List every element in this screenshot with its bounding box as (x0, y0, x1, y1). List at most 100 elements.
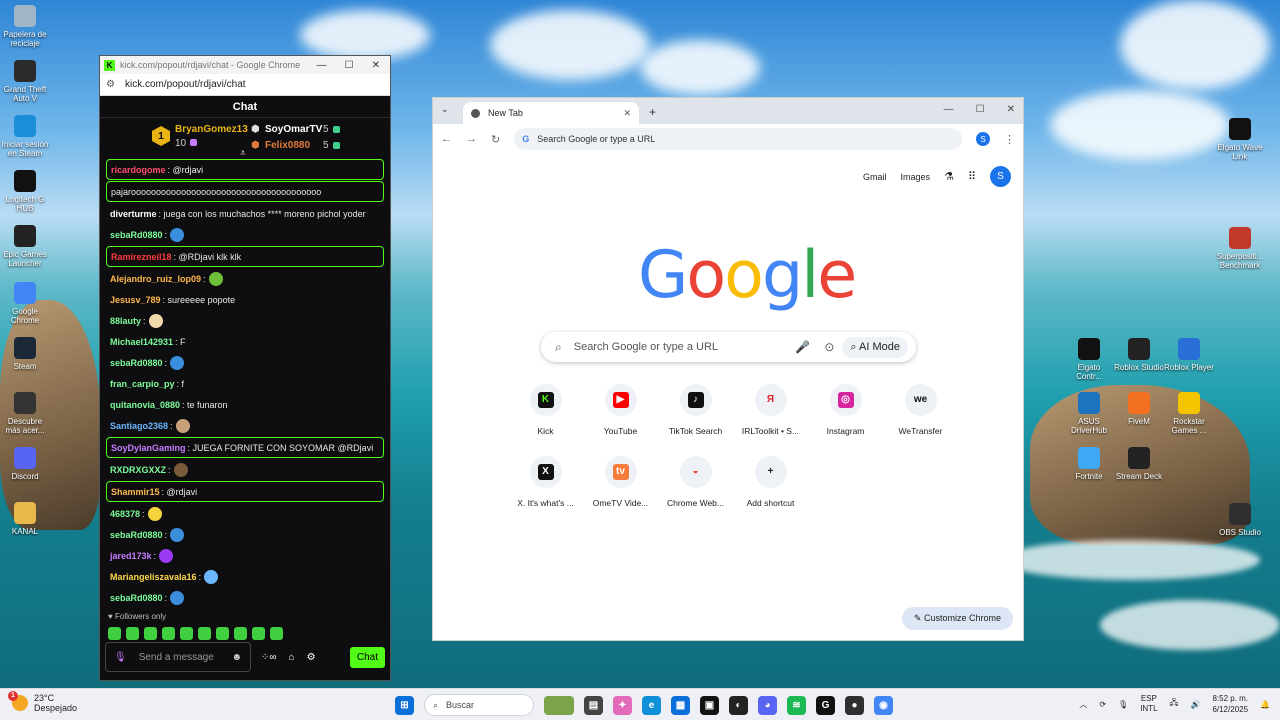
notifications-bell-icon[interactable]: 🔔 (1260, 700, 1270, 709)
chat-username[interactable]: SoyDylanGaming (111, 442, 186, 454)
lens-search-icon[interactable]: ⊙ (824, 340, 834, 354)
language-indicator[interactable]: ESP INTL (1140, 694, 1157, 714)
volume-icon[interactable]: 🔊 (1190, 700, 1200, 709)
customize-chrome-button[interactable]: ✎ Customize Chrome (901, 607, 1013, 630)
ntp-search-box[interactable]: ⌕ Search Google or type a URL 🎤 ⊙ ⌕ AI M… (541, 332, 916, 362)
collapse-leaderboard-icon[interactable]: ⩡ (240, 148, 246, 159)
chat-username[interactable]: sebaRd0880 (110, 229, 163, 241)
quick-emote-icon[interactable] (108, 627, 121, 640)
chrome-menu-icon[interactable]: ⋮ (1004, 133, 1015, 146)
desktop-shortcut[interactable]: ASUS DriverHub (1064, 392, 1114, 435)
logitech-g-icon[interactable]: G (816, 695, 835, 715)
quick-emote-icon[interactable] (252, 627, 265, 640)
infinity-icon[interactable]: ⁘∞ (261, 652, 277, 663)
shortcut-tile[interactable]: ▶ YouTube (583, 384, 658, 436)
shortcut-tile[interactable]: Я IRLToolkit • S... (733, 384, 808, 436)
maximize-icon[interactable]: ☐ (976, 104, 985, 115)
obs-icon[interactable]: ● (845, 695, 864, 715)
desktop-shortcut[interactable]: Epic Games Launcher (0, 225, 50, 268)
chat-message[interactable]: sebaRd0880: (106, 524, 384, 545)
desktop-shortcut[interactable]: Roblox Studio (1114, 338, 1164, 372)
minimize-icon[interactable]: — (944, 104, 954, 115)
maximize-icon[interactable]: ☐ (345, 60, 354, 71)
chat-username[interactable]: Ramirezneil18 (111, 251, 172, 263)
chat-username[interactable]: Shammir15 (111, 486, 160, 498)
reload-icon[interactable]: ↻ (491, 133, 500, 146)
desktop-shortcut[interactable]: Fortnite (1064, 447, 1114, 481)
chat-message[interactable]: fran_carpio_py: f (106, 373, 384, 394)
apps-grid-icon[interactable]: ⠿ (968, 170, 976, 183)
desktop-shortcut[interactable]: Papelera de reciclaje (0, 5, 50, 48)
chat-username[interactable]: Michael142931 (110, 336, 173, 348)
leader-first-name[interactable]: BryanGomez13 (175, 124, 248, 135)
chat-message[interactable]: pajarooooooooooooooooooooooooooooooooooo… (106, 181, 384, 202)
desktop-shortcut[interactable]: Stream Deck (1114, 447, 1164, 481)
shortcut-tile[interactable]: we WeTransfer (883, 384, 958, 436)
back-icon[interactable]: ← (441, 133, 452, 145)
chat-username[interactable]: sebaRd0880 (110, 592, 163, 604)
desktop-shortcut[interactable]: FiveM (1114, 392, 1164, 426)
images-link[interactable]: Images (901, 172, 931, 182)
site-settings-icon[interactable]: ⚙ (106, 79, 115, 90)
chat-username[interactable]: Mariangeliszavala16 (110, 571, 197, 583)
desktop-shortcut[interactable]: Iniciar sesión en Steam (0, 115, 50, 158)
close-tab-icon[interactable]: ✕ (623, 108, 631, 119)
microphone-icon[interactable]: 🎙 (114, 652, 127, 663)
quick-emote-icon[interactable] (162, 627, 175, 640)
quick-emote-icon[interactable] (198, 627, 211, 640)
kick-chat-window[interactable]: K kick.com/popout/rdjavi/chat - Google C… (99, 55, 391, 681)
chat-message[interactable]: sebaRd0880: (106, 224, 384, 245)
new-tab-button[interactable]: + (649, 105, 656, 119)
chat-message[interactable]: Mariangeliszavala16: (106, 566, 384, 587)
chat-username[interactable]: jared173k (110, 550, 152, 562)
shortcut-tile[interactable]: + Add shortcut (733, 456, 808, 508)
chat-message[interactable]: SoyDylanGaming: JUEGA FORNITE CON SOYOMA… (106, 437, 384, 458)
shortcut-tile[interactable]: ◒ Chrome Web... (658, 456, 733, 508)
terminal-icon[interactable]: ▣ (700, 695, 719, 715)
chat-message[interactable]: Alejandro_ruiz_lop09: (106, 268, 384, 289)
shortcut-tile[interactable]: X X. It's what's ... (508, 456, 583, 508)
chat-username[interactable]: RXDRXGXXZ (110, 464, 166, 476)
chat-message[interactable]: diverturme: juega con los muchachos ****… (106, 203, 384, 224)
chat-window-titlebar[interactable]: K kick.com/popout/rdjavi/chat - Google C… (100, 56, 390, 74)
forward-icon[interactable]: → (466, 133, 477, 145)
spotify-icon[interactable]: ≋ (787, 695, 806, 715)
widgets-icon[interactable] (544, 695, 574, 715)
gmail-link[interactable]: Gmail (863, 172, 887, 182)
desktop-shortcut[interactable]: Superpositi... Benchmark (1215, 227, 1265, 270)
store-icon[interactable]: ▦ (671, 695, 690, 715)
chat-message[interactable]: jared173k: (106, 545, 384, 566)
chat-username[interactable]: 468378 (110, 508, 140, 520)
chat-message[interactable]: RXDRXGXXZ: (106, 459, 384, 480)
account-avatar[interactable]: S (990, 166, 1011, 187)
desktop-shortcut[interactable]: Descubre más acer... (0, 392, 50, 435)
quick-emote-icon[interactable] (126, 627, 139, 640)
emoji-icon[interactable]: ☻ (231, 652, 242, 663)
profile-avatar[interactable]: S (976, 132, 990, 146)
chat-messages[interactable]: ricardogome: @rdjavi pajarooooooooooooooo… (100, 159, 390, 608)
desktop-shortcut[interactable]: KANAL (0, 502, 50, 536)
chat-message[interactable]: Ramirezneil18: @RDjavi klk klk (106, 246, 384, 267)
chat-username[interactable]: diverturme (110, 208, 157, 220)
ai-mode-button[interactable]: ⌕ AI Mode (842, 336, 908, 358)
desktop-shortcut[interactable]: OBS Studio (1215, 503, 1265, 537)
weather-widget[interactable]: 1 23°C Despejado (8, 691, 77, 713)
shortcut-tile[interactable]: ♪ TikTok Search (658, 384, 733, 436)
chat-message[interactable]: 88lauty: (106, 310, 384, 331)
desktop-shortcut[interactable]: Rockstar Games ... (1164, 392, 1214, 435)
desktop-shortcut[interactable]: Google Chrome (0, 282, 50, 325)
desktop-shortcut[interactable]: Steam (0, 337, 50, 371)
quick-emote-icon[interactable] (270, 627, 283, 640)
chat-url-bar[interactable]: ⚙ kick.com/popout/rdjavi/chat (100, 74, 390, 96)
chat-username[interactable]: 88lauty (110, 315, 141, 327)
chat-username[interactable]: Santiago2368 (110, 420, 168, 432)
chat-message[interactable]: sebaRd0880: (106, 587, 384, 608)
mic-tray-icon[interactable]: 🎙 (1118, 700, 1128, 709)
network-icon[interactable]: 🖧 (1170, 697, 1179, 711)
discord-icon[interactable]: ◕ (758, 695, 777, 715)
omnibox[interactable]: G Search Google or type a URL (514, 128, 962, 150)
quick-emote-icon[interactable] (234, 627, 247, 640)
chat-message-input[interactable]: 🎙 Send a message ☻ (105, 642, 251, 672)
chat-message[interactable]: ricardogome: @rdjavi (106, 159, 384, 180)
chat-message[interactable]: Jesusv_789: sureeeee popote (106, 289, 384, 310)
